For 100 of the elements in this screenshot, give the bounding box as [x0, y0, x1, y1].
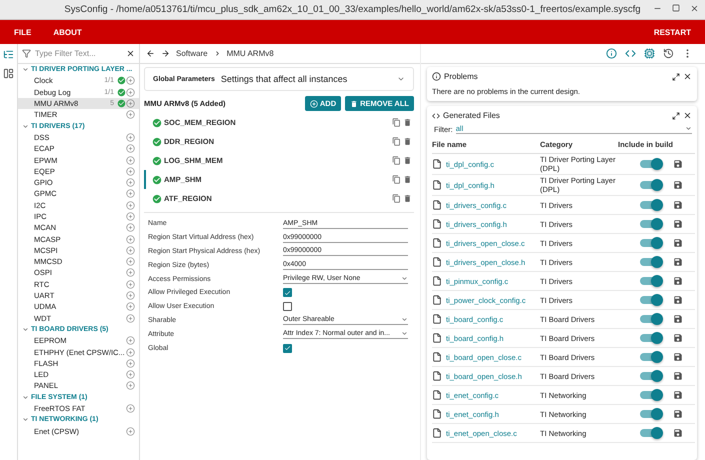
save-icon[interactable] [673, 159, 683, 169]
check-icon [152, 174, 162, 184]
add-icon[interactable] [126, 144, 135, 154]
delete-icon[interactable] [403, 137, 412, 146]
add-icon[interactable] [126, 426, 135, 436]
include-toggle[interactable] [640, 220, 662, 228]
add-icon[interactable] [126, 88, 135, 97]
expand-icon[interactable] [672, 72, 680, 80]
add-icon[interactable] [126, 314, 135, 323]
close-icon[interactable] [690, 4, 699, 13]
tree-view-icon[interactable] [3, 49, 14, 60]
add-icon[interactable] [126, 291, 135, 300]
add-icon[interactable] [126, 246, 135, 255]
copy-icon[interactable] [392, 175, 401, 184]
save-icon[interactable] [673, 428, 683, 438]
back-icon[interactable] [146, 49, 155, 58]
save-icon[interactable] [673, 409, 683, 419]
check-icon [152, 156, 162, 166]
save-icon[interactable] [673, 200, 683, 210]
save-icon[interactable] [673, 333, 683, 343]
add-icon[interactable] [126, 189, 135, 198]
save-icon[interactable] [673, 371, 683, 381]
window-title: SysConfig - /home/a0513761/ti/mcu_plus_sdk_am62x_10_01_00_33/examples/hello_world/am62x-sk/a53ss0-1_freertos/example.syscfg [64, 4, 641, 15]
add-icon[interactable] [126, 336, 135, 346]
include-toggle[interactable] [640, 353, 662, 361]
add-icon[interactable] [126, 200, 135, 210]
include-toggle[interactable] [640, 181, 662, 189]
add-icon[interactable] [126, 223, 135, 232]
global-parameters-description: Settings that affect all instances [220, 74, 348, 84]
checkbox[interactable] [283, 288, 292, 298]
save-icon[interactable] [673, 390, 683, 400]
include-toggle[interactable] [640, 239, 662, 247]
include-toggle[interactable] [640, 201, 662, 209]
save-icon[interactable] [673, 238, 683, 248]
close-icon[interactable] [683, 111, 692, 120]
add-icon[interactable] [126, 257, 135, 266]
add-icon[interactable] [126, 212, 135, 221]
add-icon[interactable] [126, 99, 135, 108]
save-icon[interactable] [673, 276, 683, 286]
restart-button[interactable]: RESTART [654, 28, 691, 36]
forward-icon[interactable] [161, 49, 170, 58]
include-toggle[interactable] [640, 315, 662, 323]
checkbox[interactable] [283, 302, 292, 312]
add-icon[interactable] [126, 166, 135, 176]
add-icon[interactable] [126, 156, 135, 165]
add-icon[interactable] [126, 280, 135, 289]
menu-item[interactable]: ABOUT [53, 28, 82, 36]
breadcrumb-link[interactable]: MMU ARMv8 [226, 49, 274, 58]
copy-icon[interactable] [392, 118, 401, 127]
copy-icon[interactable] [392, 156, 401, 165]
include-toggle[interactable] [640, 391, 662, 399]
add-icon[interactable] [126, 348, 135, 357]
checkbox[interactable] [283, 344, 292, 353]
add-icon[interactable] [126, 302, 135, 312]
add-icon[interactable] [126, 404, 135, 414]
menu-item[interactable]: FILE [14, 28, 32, 36]
chevron-icon [397, 75, 405, 83]
delete-icon[interactable] [403, 175, 412, 184]
info-icon[interactable] [606, 48, 617, 59]
include-toggle[interactable] [640, 277, 662, 285]
file-icon [432, 409, 442, 419]
breadcrumb-link[interactable]: Software [176, 49, 208, 58]
file-icon [432, 333, 442, 343]
include-toggle[interactable] [640, 372, 662, 380]
save-icon[interactable] [673, 314, 683, 324]
save-icon[interactable] [673, 219, 683, 229]
save-icon[interactable] [673, 180, 683, 190]
history-icon[interactable] [663, 48, 674, 59]
include-toggle[interactable] [640, 429, 662, 437]
include-toggle[interactable] [640, 160, 662, 168]
add-icon[interactable] [126, 268, 135, 278]
delete-icon[interactable] [403, 194, 412, 203]
add-icon[interactable] [126, 110, 135, 120]
save-icon[interactable] [673, 257, 683, 267]
chevron-icon [22, 66, 29, 74]
clear-icon[interactable] [126, 49, 135, 58]
file-icon [432, 314, 442, 324]
include-toggle[interactable] [640, 410, 662, 418]
save-icon[interactable] [673, 295, 683, 305]
expand-icon[interactable] [672, 112, 680, 120]
add-icon[interactable] [126, 358, 135, 368]
delete-icon[interactable] [403, 118, 412, 127]
save-icon[interactable] [673, 352, 683, 362]
add-icon[interactable] [126, 381, 135, 390]
copy-icon[interactable] [392, 194, 401, 203]
code-icon[interactable] [625, 48, 636, 59]
close-icon[interactable] [683, 72, 692, 81]
add-icon[interactable] [126, 370, 135, 380]
layout-icon[interactable] [3, 68, 14, 79]
add-icon[interactable] [126, 76, 135, 86]
chip-icon[interactable] [644, 48, 655, 59]
copy-icon[interactable] [392, 137, 401, 146]
maximize-icon[interactable] [672, 4, 680, 12]
add-icon[interactable] [126, 132, 135, 142]
add-icon[interactable] [126, 178, 135, 188]
include-toggle[interactable] [640, 258, 662, 266]
delete-icon[interactable] [403, 156, 412, 165]
include-toggle[interactable] [640, 334, 662, 342]
include-toggle[interactable] [640, 296, 662, 304]
add-icon[interactable] [126, 234, 135, 244]
